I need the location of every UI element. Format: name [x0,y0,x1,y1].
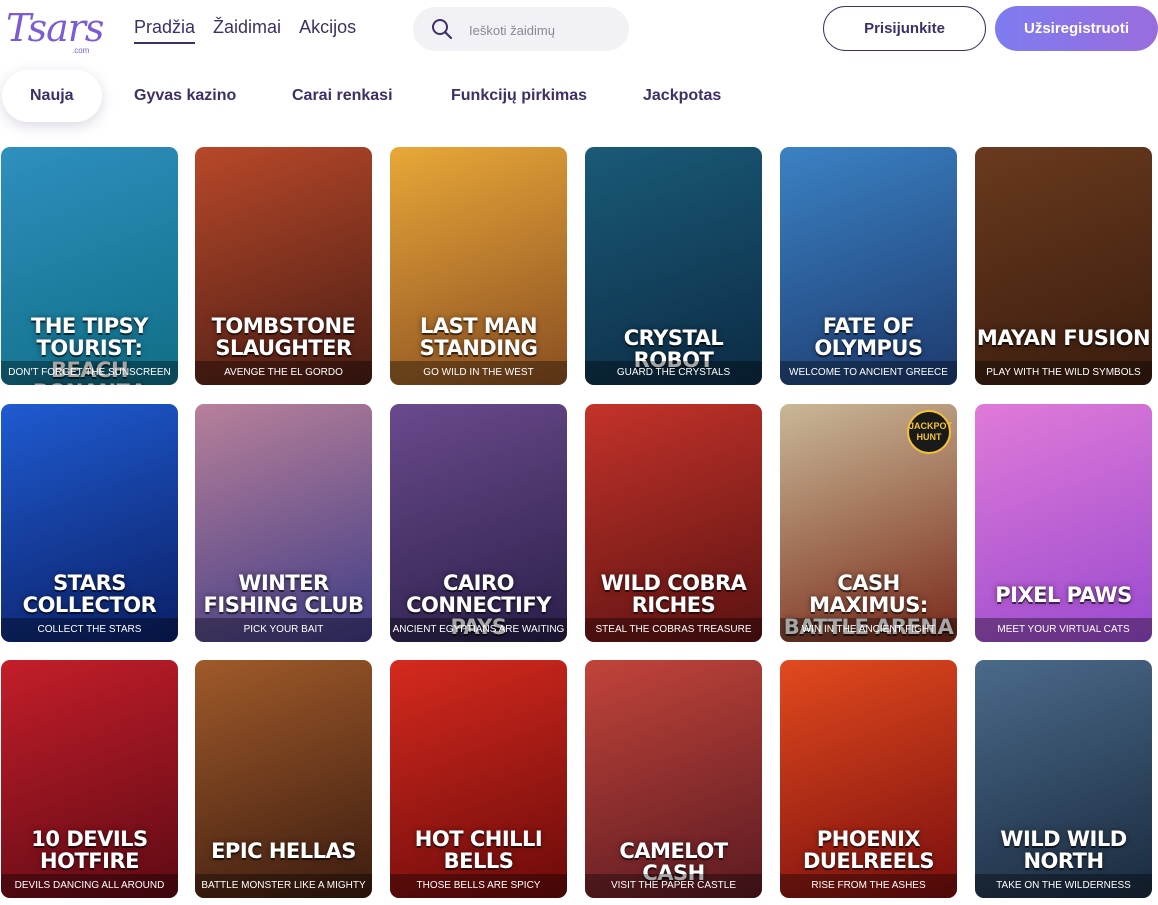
game-card[interactable]: WINTER FISHING CLUB PICK YOUR BAIT [195,404,372,642]
game-card[interactable]: WILD COBRA RICHES STEAL THE COBRAS TREASU… [585,404,762,642]
logo-text: Tsars [6,6,104,50]
search-bar[interactable] [413,7,629,51]
category-tabs: Nauja Gyvas kazino Carai renkasi Funkcij… [0,70,1158,124]
header: Tsars .com Pradžia Žaidimai Akcijos Pris… [0,0,1158,60]
game-card[interactable]: HOT CHILLI BELLS THOSE BELLS ARE SPICY [390,660,567,898]
game-tagline: PICK YOUR BAIT [195,618,372,642]
game-tagline: VISIT THE PAPER CASTLE [585,874,762,898]
game-tagline: WIN IN THE ANCIENT FIGHT [780,618,957,642]
game-tagline: GUARD THE CRYSTALS [585,361,762,385]
game-title: WINTER FISHING CLUB [203,571,364,617]
tab-jackpot[interactable]: Jackpotas [643,70,721,122]
game-title: MAYAN FUSION [976,326,1151,350]
game-card[interactable]: PHOENIX DUELREELS RISE FROM THE ASHES [780,660,957,898]
game-title: WILD WILD NORTH [1000,827,1127,873]
game-title: FATE OF OLYMPUS [814,314,923,360]
game-tagline: GO WILD IN THE WEST [390,361,567,385]
game-tagline: COLLECT THE STARS [1,618,178,642]
game-card[interactable]: PIXEL PAWS MEET YOUR VIRTUAL CATS [975,404,1152,642]
brand-logo[interactable]: Tsars .com [6,6,104,56]
game-card[interactable]: MAYAN FUSION PLAY WITH THE WILD SYMBOLS [975,147,1152,385]
game-card[interactable]: STARS COLLECTOR COLLECT THE STARS [1,404,178,642]
game-card[interactable]: THE TIPSY TOURIST: BEACH BONANZADON'T FO… [1,147,178,385]
tab-new[interactable]: Nauja [2,70,102,122]
nav-item-promotions[interactable]: Akcijos [299,17,356,44]
main-nav: Pradžia Žaidimai Akcijos [134,17,356,44]
search-icon [432,19,453,40]
nav-item-home[interactable]: Pradžia [134,17,196,44]
game-title: PHOENIX DUELREELS [802,827,935,873]
game-tagline: MEET YOUR VIRTUAL CATS [975,618,1152,642]
search-input[interactable] [467,19,621,41]
game-tagline: DEVILS DANCING ALL AROUND [1,874,178,898]
game-tagline: WELCOME TO ANCIENT GREECE [780,361,957,385]
game-tagline: BATTLE MONSTER LIKE A MIGHTY [195,874,372,898]
game-tagline: THOSE BELLS ARE SPICY [390,874,567,898]
game-title: LAST MAN STANDING [419,314,538,360]
logo-subtext: .com [72,46,90,55]
game-title: HOT CHILLI BELLS [414,827,543,873]
game-card[interactable]: CASH MAXIMUS: BATTLE ARENA WIN IN THE ANC… [780,404,957,642]
game-tagline: PLAY WITH THE WILD SYMBOLS [975,361,1152,385]
game-card[interactable]: 10 DEVILS HOTFIRE DEVILS DANCING ALL AROU… [1,660,178,898]
game-title: 10 DEVILS HOTFIRE [31,827,148,873]
game-tagline: AVENGE THE EL GORDO [195,361,372,385]
game-card[interactable]: LAST MAN STANDING GO WILD IN THE WEST [390,147,567,385]
game-card[interactable]: CAMELOT CASH VISIT THE PAPER CASTLE [585,660,762,898]
game-card[interactable]: CRYSTAL ROBOT GUARD THE CRYSTALS [585,147,762,385]
game-card[interactable]: EPIC HELLAS BATTLE MONSTER LIKE A MIGHTY [195,660,372,898]
game-title: TOMBSTONE SLAUGHTER [211,314,356,360]
jackpot-hunt-badge: JACKPOT HUNT [907,410,952,454]
tab-tsars-choice[interactable]: Carai renkasi [292,70,393,122]
game-card[interactable]: TOMBSTONE SLAUGHTER AVENGE THE EL GORDO [195,147,372,385]
game-title: STARS COLLECTOR [22,571,157,617]
game-card[interactable]: WILD WILD NORTH TAKE ON THE WILDERNESS [975,660,1152,898]
game-tagline: TAKE ON THE WILDERNESS [975,874,1152,898]
game-card[interactable]: FATE OF OLYMPUS WELCOME TO ANCIENT GREECE [780,147,957,385]
game-tagline: DON'T FORGET THE SUNSCREEN [1,361,178,385]
game-tagline: STEAL THE COBRAS TREASURE [585,618,762,642]
game-title: WILD COBRA RICHES [600,571,747,617]
login-button[interactable]: Prisijunkite [823,6,986,51]
tab-feature-buy[interactable]: Funkcijų pirkimas [451,70,587,122]
game-card[interactable]: CAIRO CONNECTIFY PAYS ANCIENT EGYPTIANS A… [390,404,567,642]
game-title: PIXEL PAWS [995,583,1132,607]
game-tagline: ANCIENT EGYPTIANS ARE WAITING [390,618,567,642]
tab-live-casino[interactable]: Gyvas kazino [134,70,236,122]
nav-item-games[interactable]: Žaidimai [213,17,281,44]
game-tagline: RISE FROM THE ASHES [780,874,957,898]
game-title: EPIC HELLAS [211,839,356,863]
register-button[interactable]: Užsiregistruoti [995,6,1158,51]
